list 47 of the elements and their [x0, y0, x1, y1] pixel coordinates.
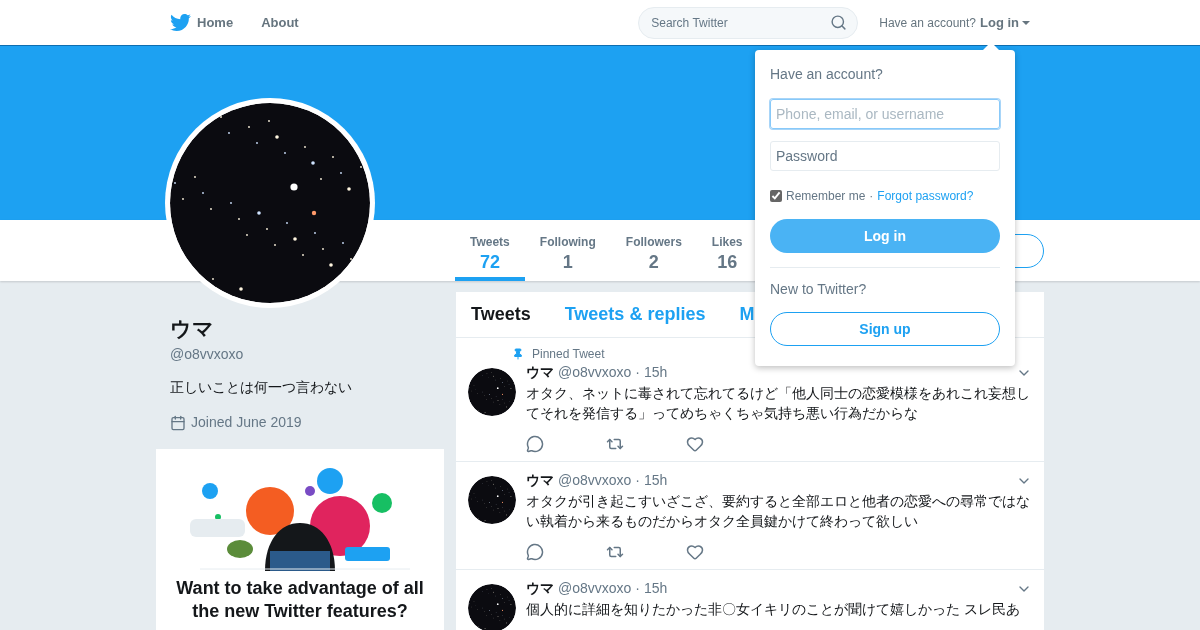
tweet-handle[interactable]: @o8vvxoxo [558, 362, 632, 383]
nav-link[interactable]: Home [197, 12, 234, 33]
login-menu[interactable]: Log in [980, 12, 1030, 33]
tweet-author[interactable]: ウマ [526, 362, 554, 383]
pin-icon [512, 348, 524, 360]
forgot-password-link[interactable]: Forgot password? [877, 187, 974, 205]
tweet-author[interactable]: ウマ [526, 470, 554, 491]
pinned-label: Pinned Tweet [532, 346, 605, 363]
separator-dot: · [869, 188, 874, 205]
tweet-handle[interactable]: @o8vvxoxo [558, 470, 632, 491]
like-icon[interactable] [686, 543, 704, 561]
reply-icon[interactable] [526, 543, 544, 561]
account-prompt: Have an account? [879, 14, 976, 32]
remember-label: Remember me [786, 188, 866, 205]
profile-stat-tab[interactable]: Following 1 [524, 220, 611, 281]
remember-checkbox[interactable] [770, 190, 782, 202]
dropdown-title: Have an account? [770, 65, 884, 84]
search-field[interactable]: Search Twitter [638, 6, 859, 39]
tweet-time[interactable]: · 15h [635, 362, 668, 383]
profile-stat-tab[interactable]: Followers 2 [610, 220, 697, 281]
timeline-tab[interactable]: Tweets & replies [564, 301, 706, 328]
promo-title: Want to take advantage of all the new Twitter features? [175, 577, 425, 623]
tweet-handle[interactable]: @o8vvxoxo [558, 578, 632, 599]
username-field[interactable]: Phone, email, or username [770, 99, 1000, 129]
tweet-text: 個人的に詳細を知りたかった非〇女イキリのことが聞けて嬉しかった スレ民あ [526, 600, 1021, 619]
profile-handle: @o8vvxoxo [170, 345, 245, 364]
like-icon[interactable] [686, 435, 704, 453]
timeline-tab[interactable]: M [739, 301, 755, 328]
profile-stat-tab[interactable]: Tweets 72 [455, 220, 525, 281]
caret-icon [1022, 20, 1030, 25]
tweet-text: オタク、ネットに毒されて忘れてるけど「他人同士の恋愛模様をあれこれ妄想してそれを発信する」ってめちゃくちゃ気持ち悪い行為だからな [526, 384, 1031, 423]
joined-date: Joined June 2019 [191, 413, 302, 432]
tweet-text: オタクが引き起こすいざこざ、要約すると全部エロと他者の恋愛への尋常ではない執着から来るものだからオタク全員鍵かけて終わって欲しい [526, 492, 1031, 531]
reply-icon[interactable] [526, 435, 544, 453]
tweet-author[interactable]: ウマ [526, 578, 554, 599]
nav-link[interactable]: About [261, 12, 299, 33]
search-icon[interactable] [830, 13, 848, 31]
timeline-tab[interactable]: Tweets [471, 301, 531, 328]
profile-stat-tab[interactable]: Likes 16 [696, 220, 758, 281]
tweet-time[interactable]: · 15h [635, 578, 668, 599]
profile-name: ウマ [170, 316, 215, 342]
profile-bio: 正しいことは何一つ言わない [170, 378, 353, 397]
signup-prompt: New to Twitter? [770, 280, 868, 299]
calendar-icon [170, 414, 186, 431]
bird-icon[interactable] [170, 12, 191, 33]
tweet-time[interactable]: · 15h [635, 470, 668, 491]
password-field[interactable]: Password [770, 141, 1000, 171]
